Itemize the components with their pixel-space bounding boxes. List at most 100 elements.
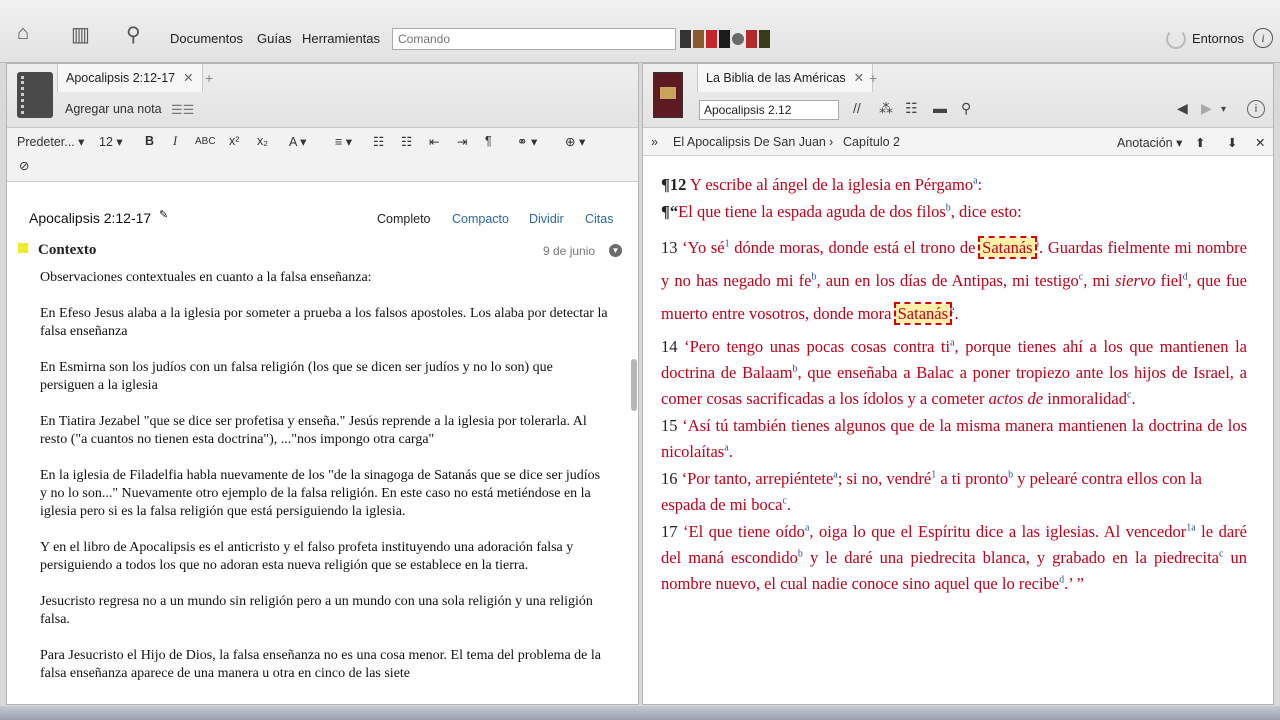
menu-herramientas[interactable]: Herramientas [302,31,380,46]
add-tab-button[interactable]: + [869,70,877,86]
down-arrow-icon[interactable]: ⬇ [1227,135,1237,150]
edit-pencil-icon[interactable]: ✎ [159,208,168,221]
verse-text: inmoralidad [1043,389,1127,408]
verse-number[interactable]: 15 [661,416,678,435]
verse-12b: ¶“El que tiene la espada aguda de dos fi… [661,199,1247,225]
superscript-button[interactable]: x² [229,134,239,148]
bible-cover-icon [653,72,683,118]
tab-bible[interactable]: La Biblia de las Américas ✕ [697,64,874,92]
library-icon[interactable]: ▥ [71,22,90,47]
book-icon[interactable] [693,30,704,48]
verse-text: , dice esto: [950,202,1022,221]
italic-button[interactable]: I [173,134,177,149]
parallel-icon[interactable]: // [853,100,861,116]
sync-icon[interactable] [1166,29,1186,49]
verse-14: 14 ‘Pero tengo unas pocas cosas contra t… [661,334,1247,412]
close-icon[interactable]: ✕ [183,71,193,85]
recent-books [680,30,770,48]
environments-button[interactable]: Entornos [1192,31,1244,46]
home-icon[interactable]: ⌂ [17,22,29,45]
search-icon[interactable]: ⚲ [961,100,971,117]
verse-12a: ¶12 Y escribe al ángel de la iglesia en … [661,172,1247,198]
verse-text: , aun en los días de Antipas, mi testigo [816,271,1079,290]
view-citas[interactable]: Citas [585,212,613,226]
info-icon[interactable]: i [1247,100,1265,118]
subscript-button[interactable]: x₂ [257,134,268,148]
numbered-list-icon[interactable]: ☷ [401,134,412,149]
terminal-icon[interactable] [680,30,691,48]
align-button[interactable]: ≡ ▾ [335,134,352,149]
view-completo[interactable]: Completo [377,212,431,226]
reference-input[interactable] [699,100,839,120]
people-icon[interactable]: ⁂ [879,100,893,117]
menu-documentos[interactable]: Documentos [170,31,243,46]
command-input[interactable] [392,28,676,50]
note-title[interactable]: Apocalipsis 2:12-17 [29,210,151,226]
verse-number[interactable]: 13 [661,238,678,257]
bible-panel-header: La Biblia de las Américas✕ + // ⁂ ☷ ▬ ⚲ … [643,64,1273,128]
notes-scrollbar[interactable] [631,359,637,411]
tab-notes-label: Apocalipsis 2:12-17 [66,71,176,85]
paragraph-mark: ¶“ [661,202,679,221]
bible-text[interactable]: ¶12 Y escribe al ángel de la iglesia en … [661,172,1247,598]
note-body[interactable]: Observaciones contextuales en cuanto a l… [40,269,610,701]
note-title-row: Apocalipsis 2:12-17 ✎ Completo Compacto … [7,204,638,232]
smallcaps-button[interactable]: ABC [195,136,216,147]
verse-text: El que tiene la espada aguda de dos filo… [678,202,946,221]
view-dividir[interactable]: Dividir [529,212,564,226]
add-note-button[interactable]: Agregar una nota [65,102,162,116]
list-view-icon[interactable]: ☰☰ [171,102,194,118]
verse-text: . [728,442,733,461]
globe-icon[interactable]: ⊕ ▾ [565,134,585,149]
highlighted-word[interactable]: Satanás [978,236,1037,259]
link-icon[interactable]: ⚭ ▾ [517,134,537,149]
indent-icon[interactable]: ⇥ [457,134,467,149]
verse-number[interactable]: 16 [661,469,678,488]
bold-button[interactable]: B [145,134,154,148]
book-icon[interactable] [759,30,770,48]
expand-icon[interactable]: » [651,135,658,149]
up-arrow-icon[interactable]: ⬆ [1195,135,1205,150]
font-select[interactable]: Predeter... ▾ [17,134,84,149]
info-icon[interactable]: i [1253,28,1273,48]
chevron-down-icon[interactable]: ▼ [609,244,622,257]
clear-icon[interactable]: ⊘ [19,158,29,173]
format-toolbar: Predeter... ▾ 12 ▾ B I ABC x² x₂ A ▾ ≡ ▾… [7,128,638,182]
book-icon[interactable] [719,30,730,48]
verse-text: ‘El que tiene oído [677,522,805,541]
close-icon[interactable]: ✕ [854,71,864,85]
verse-17: 17 ‘El que tiene oídoa, oiga lo que el E… [661,519,1247,597]
context-label[interactable]: Contexto [38,242,96,259]
verse-number[interactable]: 17 [661,522,678,541]
book-icon[interactable] [706,30,717,48]
menu-guias[interactable]: Guías [257,31,292,46]
history-dropdown-icon[interactable]: ▾ [1221,104,1226,115]
layout-icon[interactable]: ☷ [905,100,918,117]
back-arrow-icon[interactable]: ◀ [1177,100,1188,117]
forward-arrow-icon[interactable]: ▶ [1201,100,1212,117]
breadcrumb-chapter[interactable]: Capítulo 2 [843,135,900,149]
breadcrumb-book[interactable]: El Apocalipsis De San Juan [673,135,826,149]
paragraph-icon[interactable]: ¶ [485,134,492,148]
book-icon[interactable] [746,30,757,48]
verse-text: a ti pronto [936,469,1009,488]
close-icon[interactable]: ✕ [1255,135,1265,150]
panel-icon[interactable]: ▬ [933,100,947,116]
bullet-list-icon[interactable]: ☷ [373,134,384,149]
size-select[interactable]: 12 ▾ [99,134,123,149]
notes-panel-header: Apocalipsis 2:12-17 ✕ + Agregar una nota … [7,64,638,128]
annotation-menu[interactable]: Anotación ▾ [1117,135,1182,150]
tab-notes[interactable]: Apocalipsis 2:12-17 ✕ [57,64,203,92]
footnote-ref[interactable]: 1a [1186,523,1195,534]
text-color-button[interactable]: A ▾ [289,134,306,149]
add-tab-button[interactable]: + [205,70,213,86]
outdent-icon[interactable]: ⇤ [429,134,439,149]
verse-text: ‘Así tú también tienes algunos que de la… [661,416,1247,461]
italic-word: siervo [1115,271,1156,290]
note-paragraph: En Tiatira Jezabel "que se dice ser prof… [40,414,587,447]
verse-number[interactable]: 14 [661,337,678,356]
highlighted-word[interactable]: Satanás [893,302,953,325]
view-compacto[interactable]: Compacto [452,212,509,226]
search-icon[interactable]: ⚲ [126,22,141,47]
info-small-icon[interactable] [732,33,744,45]
